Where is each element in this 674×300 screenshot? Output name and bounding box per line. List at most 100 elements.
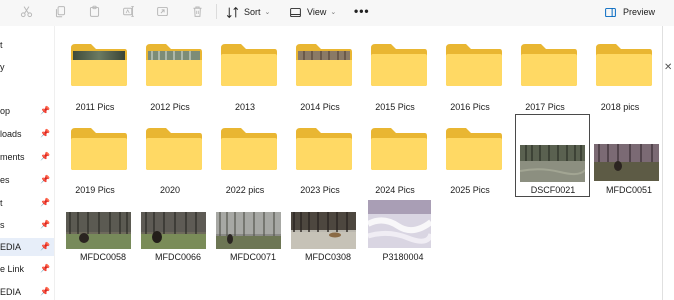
close-icon[interactable]: ✕ — [664, 62, 672, 73]
pin-icon: 📌 — [40, 152, 50, 161]
delete-button[interactable] — [187, 3, 207, 21]
sidebar-item-link[interactable]: e Link 📌 — [0, 260, 54, 278]
image-item[interactable]: MFDC0066 — [132, 196, 206, 280]
folder-item[interactable]: 2023 Pics — [282, 112, 356, 196]
image-item[interactable]: MFDC0071 — [207, 196, 281, 280]
image-name: MFDC0071 — [229, 252, 276, 262]
sidebar-item[interactable]: t 📌 — [0, 194, 54, 212]
navigation-pane: t y op 📌 loads 📌 ments 📌 es 📌 t 📌 s 📌 ED… — [0, 26, 54, 300]
folder-name: 2018 pics — [600, 102, 640, 112]
image-thumbnail — [66, 212, 131, 249]
pin-icon: 📌 — [40, 106, 50, 115]
pin-icon: 📌 — [40, 220, 50, 229]
cut-button[interactable] — [16, 3, 36, 21]
folder-icon — [371, 128, 427, 170]
chevron-down-icon: ⌄ — [264, 9, 271, 16]
sidebar-item-label: es — [0, 175, 10, 185]
folder-item[interactable]: 2012 Pics — [132, 28, 206, 112]
folder-item[interactable]: 2020 — [132, 112, 206, 196]
sidebar-item-label: t — [0, 40, 3, 50]
image-thumbnail — [291, 212, 356, 249]
copy-button[interactable] — [50, 3, 70, 21]
folder-name: 2015 Pics — [375, 102, 415, 112]
sidebar-item-label: EDIA — [0, 287, 22, 297]
sidebar-item-desktop[interactable]: op 📌 — [0, 102, 54, 120]
pin-icon: 📌 — [40, 198, 50, 207]
folder-name: 2012 Pics — [150, 102, 190, 112]
sidebar-item-downloads[interactable]: loads 📌 — [0, 125, 54, 143]
folder-item[interactable]: 2015 Pics — [357, 28, 431, 112]
image-name: P3180004 — [382, 252, 424, 262]
sort-button[interactable]: Sort ⌄ — [226, 3, 278, 21]
file-list: 2011 Pics 2012 Pics 2013 2014 Pics 2015 … — [55, 26, 662, 300]
folder-icon — [71, 128, 127, 170]
folder-item[interactable]: 2011 Pics — [57, 28, 131, 112]
chevron-down-icon: ⌄ — [330, 9, 337, 16]
paste-button[interactable] — [84, 3, 104, 21]
toolbar-divider — [216, 4, 217, 19]
sidebar-item-label: y — [0, 62, 5, 72]
folder-name: 2024 Pics — [375, 185, 415, 195]
folder-name: 2013 — [234, 102, 256, 112]
folder-icon — [146, 128, 202, 170]
sidebar-item-media[interactable]: EDIA 📌 — [0, 283, 54, 300]
image-thumbnail — [520, 145, 585, 182]
share-button[interactable] — [152, 3, 172, 21]
folder-item[interactable]: 2017 Pics — [507, 28, 581, 112]
folder-name: 2022 pics — [225, 185, 265, 195]
trash-icon — [191, 5, 204, 20]
sidebar-item[interactable]: y — [0, 58, 54, 76]
folder-item[interactable]: 2014 Pics — [282, 28, 356, 112]
image-name: MFDC0058 — [79, 252, 126, 262]
view-label: View — [307, 7, 327, 17]
image-item-selected[interactable]: DSCF0021 — [515, 114, 590, 197]
folder-name: 2019 Pics — [75, 185, 115, 195]
folder-item[interactable]: 2019 Pics — [57, 112, 131, 196]
sidebar-item[interactable]: t — [0, 36, 54, 54]
sidebar-item-documents[interactable]: ments 📌 — [0, 148, 54, 166]
sort-label: Sort — [244, 7, 261, 17]
folder-name: 2020 — [159, 185, 181, 195]
image-item[interactable]: MFDC0051 — [591, 112, 665, 196]
sidebar-item-label: t — [0, 198, 3, 208]
folder-item[interactable]: 2025 Pics — [432, 112, 506, 196]
folder-icon — [221, 128, 277, 170]
share-icon — [156, 5, 169, 20]
sidebar-item-label: EDIA — [0, 242, 22, 252]
image-name: DSCF0021 — [530, 185, 576, 195]
image-name: MFDC0051 — [605, 185, 652, 195]
preview-pane-button[interactable]: Preview — [604, 3, 656, 21]
paste-icon — [88, 5, 101, 20]
image-name: MFDC0308 — [304, 252, 351, 262]
folder-icon — [596, 44, 652, 86]
view-button[interactable]: View ⌄ — [289, 3, 341, 21]
sidebar-item-label: e Link — [0, 264, 25, 274]
folder-item[interactable]: 2022 pics — [207, 112, 281, 196]
folder-icon — [521, 44, 577, 86]
image-thumbnail — [368, 200, 431, 248]
sidebar-item-label: s — [0, 220, 5, 230]
image-item[interactable]: MFDC0308 — [282, 196, 356, 280]
rename-button[interactable] — [118, 3, 138, 21]
pin-icon: 📌 — [40, 287, 50, 296]
command-bar: Sort ⌄ View ⌄ ••• Preview — [0, 0, 674, 26]
image-item[interactable]: P3180004 — [357, 196, 431, 280]
folder-icon — [221, 44, 277, 86]
sidebar-item-media[interactable]: EDIA 📌 — [0, 238, 54, 256]
folder-item[interactable]: 2016 Pics — [432, 28, 506, 112]
more-options-button[interactable]: ••• — [354, 4, 370, 18]
sidebar-item[interactable]: s 📌 — [0, 216, 54, 234]
folder-name: 2025 Pics — [450, 185, 490, 195]
image-thumbnail — [216, 212, 281, 249]
scissors-icon — [20, 5, 33, 20]
folder-item[interactable]: 2013 — [207, 28, 281, 112]
sidebar-item-pictures[interactable]: es 📌 — [0, 171, 54, 189]
preview-pane-icon — [604, 6, 617, 19]
image-item[interactable]: MFDC0058 — [57, 196, 131, 280]
rename-icon — [122, 5, 135, 20]
folder-icon — [446, 44, 502, 86]
image-thumbnail — [594, 144, 659, 181]
window-edge — [662, 26, 663, 300]
folder-item[interactable]: 2018 pics — [582, 28, 656, 112]
folder-item[interactable]: 2024 Pics — [357, 112, 431, 196]
